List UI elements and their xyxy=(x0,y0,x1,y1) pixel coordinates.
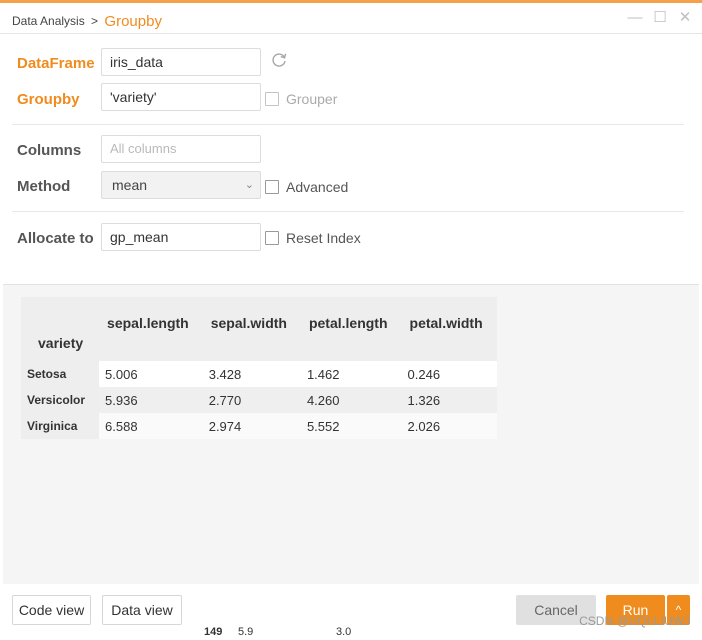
method-label: Method xyxy=(17,178,71,195)
dataframe-label: DataFrame xyxy=(17,55,95,72)
title-bar: Data Analysis > Groupby — ☐ ✕ xyxy=(0,3,702,34)
table-cell: 5.552 xyxy=(306,418,340,434)
method-select[interactable]: mean ⌄ xyxy=(101,171,261,199)
advanced-checkbox[interactable]: Advanced xyxy=(265,179,348,195)
result-table: sepal.length sepal.width petal.length pe… xyxy=(21,297,497,439)
peek-index: 149 xyxy=(204,626,223,638)
section-divider xyxy=(12,211,684,212)
minimize-icon[interactable]: — xyxy=(626,9,644,27)
watermark: CSDN @UQI-LIUWJ xyxy=(579,614,690,628)
columns-input[interactable]: All columns xyxy=(101,135,261,163)
table-cell: 3.428 xyxy=(208,366,242,382)
reset-index-checkbox[interactable]: Reset Index xyxy=(265,230,361,246)
advanced-checkbox-box[interactable] xyxy=(265,180,279,194)
groupby-form: DataFrame iris_data Groupby 'variety' Gr… xyxy=(0,34,702,284)
column-header: petal.length xyxy=(300,297,402,335)
row-index: Versicolor xyxy=(21,387,100,413)
reset-index-checkbox-label: Reset Index xyxy=(286,230,361,246)
table-cell: 6.588 xyxy=(105,418,138,434)
peek-value: 3.0 xyxy=(336,626,352,638)
breadcrumb-separator: > xyxy=(91,14,99,28)
grouper-checkbox-label: Grouper xyxy=(286,91,338,107)
table-cell: 0.246 xyxy=(407,366,441,382)
index-name: variety xyxy=(21,335,100,361)
dataframe-input[interactable]: iris_data xyxy=(101,48,261,76)
table-cell: 2.770 xyxy=(208,392,242,408)
grouper-checkbox[interactable]: Grouper xyxy=(265,91,337,107)
section-divider xyxy=(12,124,684,125)
table-cell: 1.326 xyxy=(407,392,441,408)
table-cell: 5.006 xyxy=(105,366,138,382)
table-row: Virginica 6.588 2.974 5.552 2.026 xyxy=(21,413,497,439)
row-index: Setosa xyxy=(21,361,100,387)
index-name-row: variety xyxy=(21,335,497,361)
grouper-checkbox-box[interactable] xyxy=(265,92,279,106)
column-header: sepal.length xyxy=(99,297,203,335)
close-icon[interactable]: ✕ xyxy=(676,9,694,27)
breadcrumb-current: Groupby xyxy=(104,13,162,30)
column-header: sepal.width xyxy=(202,297,301,335)
peek-value: 5.9 xyxy=(238,626,254,638)
groupby-label: Groupby xyxy=(17,91,80,108)
table-header-row: sepal.length sepal.width petal.length pe… xyxy=(21,297,497,335)
breadcrumb: Data Analysis > Groupby xyxy=(12,12,162,30)
allocate-input[interactable]: gp_mean xyxy=(101,223,261,251)
breadcrumb-parent[interactable]: Data Analysis xyxy=(12,14,85,28)
table-cell: 4.260 xyxy=(306,392,340,408)
column-header: petal.width xyxy=(401,297,497,335)
background-table-peek: 149 5.9 3.0 xyxy=(100,626,450,640)
table-cell: 2.974 xyxy=(208,418,242,434)
row-index: Virginica xyxy=(21,413,100,439)
table-row: Versicolor 5.936 2.770 4.260 1.326 xyxy=(21,387,497,413)
method-select-value: mean xyxy=(112,177,148,193)
refresh-icon[interactable] xyxy=(270,51,288,69)
groupby-input[interactable]: 'variety' xyxy=(101,83,261,111)
index-corner xyxy=(21,297,100,335)
columns-label: Columns xyxy=(17,142,82,159)
table-cell: 2.026 xyxy=(407,418,441,434)
allocate-label: Allocate to xyxy=(17,230,94,247)
code-view-button[interactable]: Code view xyxy=(12,595,91,625)
chevron-down-icon: ⌄ xyxy=(244,179,254,191)
table-cell: 5.936 xyxy=(105,392,138,408)
table-cell: 1.462 xyxy=(306,366,340,382)
reset-index-checkbox-box[interactable] xyxy=(265,231,279,245)
advanced-checkbox-label: Advanced xyxy=(286,179,349,195)
data-view-button[interactable]: Data view xyxy=(102,595,182,625)
table-row: Setosa 5.006 3.428 1.462 0.246 xyxy=(21,361,497,387)
output-panel: sepal.length sepal.width petal.length pe… xyxy=(3,284,699,585)
maximize-icon[interactable]: ☐ xyxy=(651,9,669,27)
